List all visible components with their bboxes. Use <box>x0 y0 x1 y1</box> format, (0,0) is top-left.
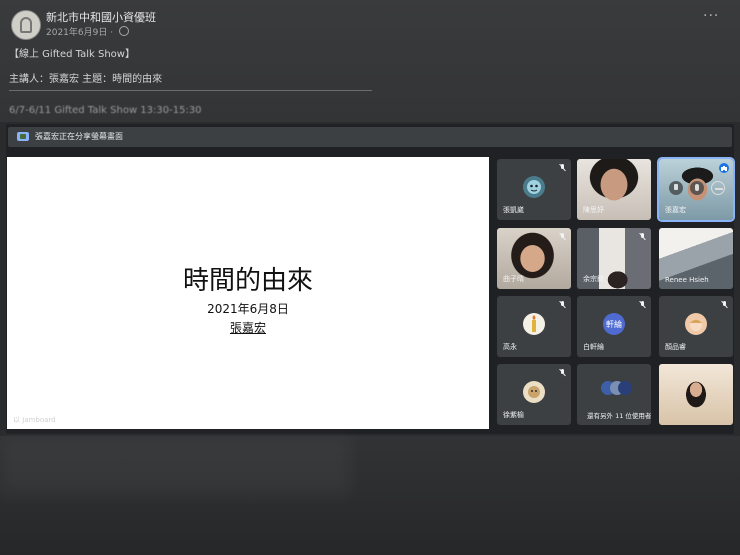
face-avatar-icon <box>690 319 702 331</box>
mic-off-icon <box>721 301 728 309</box>
mic-off-icon <box>639 301 646 309</box>
facebook-post-header: 新北市中和國小資優班 2021年6月9日 · ··· 【線上 Gifted Ta… <box>0 0 740 122</box>
more-options-icon[interactable]: ··· <box>703 8 719 24</box>
screen-share-text: 張嘉宏正在分享螢幕畫面 <box>35 132 123 141</box>
more-participants-tile[interactable]: 還有另外 11 位使用者 <box>577 364 651 425</box>
speaking-indicator-icon <box>719 163 729 173</box>
participant-tile[interactable]: Renee Hsieh <box>659 228 733 289</box>
avatar: 軒綸 <box>603 313 625 335</box>
participant-name: 余宗錡 <box>583 275 604 283</box>
meet-window: 張嘉宏正在分享螢幕畫面 時間的由來 2021年6月8日 張嘉宏 以 Jamboa… <box>6 124 735 434</box>
slide-presenter-name: 張嘉宏 <box>229 321 266 335</box>
participant-name: 陳思妤 <box>583 206 604 214</box>
screen-share-banner: 張嘉宏正在分享螢幕畫面 <box>8 127 732 147</box>
participant-tile[interactable]: 軒綸 白軒綸 <box>577 296 651 357</box>
self-view-tile[interactable] <box>659 364 733 425</box>
avatar <box>523 176 545 198</box>
avatar <box>523 381 545 403</box>
participant-tile[interactable]: 曲子晴 <box>497 228 571 289</box>
pin-icon[interactable] <box>669 181 683 195</box>
avatar <box>523 313 545 335</box>
participant-tile[interactable]: 顏品睿 <box>659 296 733 357</box>
slide-presenter: 張嘉宏 <box>7 319 489 336</box>
participant-name: 高永 <box>503 343 517 351</box>
page-name[interactable]: 新北市中和國小資優班 <box>46 9 156 25</box>
post-text-line-3: 6/7-6/11 Gifted Talk Show 13:30-15:30 <box>9 105 202 116</box>
cartoon-avatar-icon <box>527 180 541 194</box>
post-date[interactable]: 2021年6月9日 · <box>46 25 129 38</box>
slide-footer: 以 Jamboard <box>13 416 56 424</box>
mic-off-icon <box>559 301 566 309</box>
slide-date: 2021年6月8日 <box>207 302 289 316</box>
mic-off-icon <box>559 164 566 172</box>
candle-avatar-icon <box>532 315 536 332</box>
globe-icon <box>118 26 129 36</box>
mic-off-icon <box>639 233 646 241</box>
mute-participant-icon[interactable] <box>690 181 704 195</box>
participant-name: Renee Hsieh <box>665 276 709 284</box>
slide-title: 時間的由來 <box>182 266 313 296</box>
participant-name: 張凱崴 <box>503 206 524 214</box>
post-text-line-1: 【線上 Gifted Talk Show】 <box>9 49 135 60</box>
cartoon-avatar-icon <box>528 386 540 398</box>
presentation-slide[interactable]: 時間的由來 2021年6月8日 張嘉宏 以 Jamboard <box>7 157 489 429</box>
participant-name: 顏品睿 <box>665 343 686 351</box>
page-avatar[interactable] <box>11 10 41 40</box>
participant-name: 白軒綸 <box>583 343 604 351</box>
mic-off-icon <box>559 233 566 241</box>
post-date-text: 2021年6月9日 <box>46 28 108 38</box>
participant-name: 曲子晴 <box>503 275 524 283</box>
more-participants-label: 還有另外 11 位使用者 <box>587 412 651 420</box>
post-divider <box>9 90 372 91</box>
mic-off-icon <box>559 369 566 377</box>
participant-tile[interactable]: 余宗錡 <box>577 228 651 289</box>
participant-tile[interactable]: 陳思妤 <box>577 159 651 220</box>
participant-name: 張嘉宏 <box>665 206 686 214</box>
tile-hover-controls <box>669 181 725 197</box>
participant-tile[interactable]: 徐紫榆 <box>497 364 571 425</box>
participant-tile[interactable]: 張凱崴 <box>497 159 571 220</box>
participant-tile-active[interactable]: 張嘉宏 <box>657 157 735 222</box>
self-video <box>659 364 733 425</box>
blurred-background <box>0 436 740 555</box>
remove-participant-icon[interactable] <box>711 181 725 195</box>
avatar <box>685 313 707 335</box>
screen-share-icon <box>17 132 29 141</box>
participant-name: 徐紫榆 <box>503 411 524 419</box>
participant-stack-icon <box>601 379 632 397</box>
avatar-initial: 軒綸 <box>606 319 622 329</box>
post-text-line-2: 主講人：張嘉宏 主題：時間的由來 <box>9 74 163 85</box>
participant-tile[interactable]: 高永 <box>497 296 571 357</box>
